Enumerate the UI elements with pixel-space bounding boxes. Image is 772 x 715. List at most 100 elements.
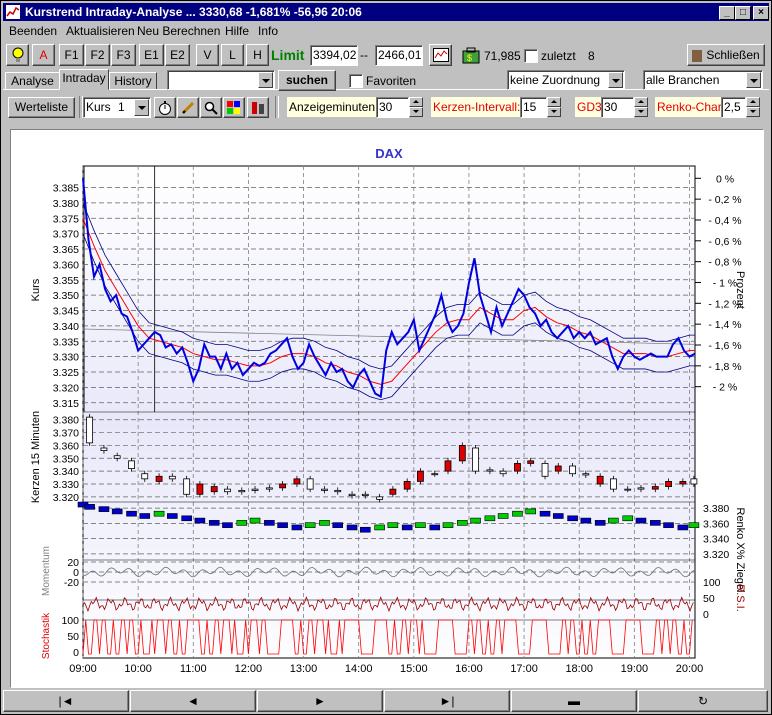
- renko-brick: [222, 522, 233, 528]
- chart-window-button[interactable]: [429, 44, 452, 66]
- x-tick-label: 09:00: [69, 663, 97, 675]
- spin-down-icon[interactable]: [547, 107, 561, 117]
- menu-aktualisieren[interactable]: Aktualisieren: [66, 24, 135, 38]
- spin-down-icon[interactable]: [409, 107, 423, 117]
- x-tick-label: 17:00: [510, 663, 538, 675]
- limit-high-field[interactable]: 2466,01: [375, 45, 423, 66]
- spin-up-icon[interactable]: [547, 97, 561, 107]
- menu-info[interactable]: Info: [258, 24, 278, 38]
- spin-down-icon[interactable]: [746, 107, 760, 117]
- renko-brick: [332, 522, 344, 528]
- nav-next-button[interactable]: ►: [257, 690, 383, 712]
- menu-neu-berechnen[interactable]: Neu Berechnen: [137, 24, 220, 38]
- candle: [679, 481, 687, 485]
- candle: [128, 460, 135, 469]
- limit-low-field[interactable]: 3394,025: [310, 45, 358, 66]
- spin-down-icon[interactable]: [634, 107, 648, 117]
- kerzen-intervall-field[interactable]: 15: [520, 97, 547, 118]
- candle: [168, 475, 176, 480]
- favoriten-checkbox[interactable]: [349, 74, 363, 88]
- tab-intraday[interactable]: Intraday: [59, 69, 109, 90]
- y-axis-label-right: Prozent: [734, 271, 746, 309]
- candle: [486, 469, 494, 472]
- gd-field[interactable]: 30: [601, 97, 634, 118]
- wert-dropdown[interactable]: [167, 70, 275, 90]
- candle: [251, 488, 259, 491]
- app-window: Kurstrend Intraday-Analyse ... 3330,68 -…: [0, 0, 772, 715]
- candle: [376, 496, 384, 500]
- branchen-dropdown[interactable]: alle Branchen: [643, 70, 763, 90]
- button-e1[interactable]: E1: [139, 44, 164, 66]
- rsi-tick-label: 50: [703, 593, 715, 605]
- candle: [514, 463, 521, 472]
- kerzen-tick-label: 3.370: [53, 428, 79, 440]
- tools-button[interactable]: [247, 97, 269, 118]
- button-h[interactable]: H: [246, 44, 269, 66]
- button-f3[interactable]: F3: [111, 44, 136, 66]
- gd-spinner[interactable]: [634, 97, 648, 117]
- renko-brick: [249, 517, 261, 524]
- maximize-button[interactable]: □: [735, 6, 751, 20]
- button-a[interactable]: A: [32, 44, 55, 66]
- price-value: 71,985: [484, 49, 521, 63]
- chart-area[interactable]: 09:00 10:00 11:00 12:00 13:00 14:00 15:00 16:00…: [10, 129, 764, 688]
- x-tick-label: 10:00: [124, 663, 152, 675]
- renko-brick: [663, 522, 674, 528]
- renko-field[interactable]: 2,5: [721, 97, 746, 118]
- renko-brick: [512, 510, 523, 517]
- tab-history[interactable]: History: [109, 72, 157, 90]
- button-l[interactable]: L: [221, 44, 244, 66]
- portfolio-icon[interactable]: $: [461, 47, 481, 65]
- menu-hilfe[interactable]: Hilfe: [225, 24, 249, 38]
- draw-button[interactable]: [177, 97, 199, 118]
- spin-up-icon[interactable]: [409, 97, 423, 107]
- colors-button[interactable]: [223, 97, 245, 118]
- renko-brick: [126, 510, 137, 517]
- y-tick-label: 3.385: [53, 183, 79, 195]
- renko-brick: [622, 515, 634, 522]
- zoom-button[interactable]: [200, 97, 222, 118]
- nav-prev-button[interactable]: ◄: [130, 690, 256, 712]
- renko-brick: [442, 522, 454, 528]
- renko-brick: [677, 524, 689, 531]
- timer-button[interactable]: [154, 97, 176, 118]
- chart-window-icon: [432, 48, 449, 62]
- anzeige-field[interactable]: 30: [376, 97, 409, 118]
- nav-refresh-button[interactable]: ↻: [638, 690, 768, 712]
- y-axis-label: Kurs: [30, 278, 42, 301]
- button-f2[interactable]: F2: [85, 44, 110, 66]
- menu-beenden[interactable]: Beenden: [9, 24, 57, 38]
- renko-brick: [415, 522, 426, 528]
- lightbulb-button[interactable]: [6, 44, 29, 66]
- nav-last-button[interactable]: ►|: [384, 690, 510, 712]
- kurs-select[interactable]: Kurs 1: [83, 97, 151, 118]
- close-button[interactable]: Schließen: [687, 44, 765, 66]
- minimize-button[interactable]: _: [719, 6, 735, 20]
- renko-brick: [429, 524, 441, 531]
- chart-svg[interactable]: 09:00 10:00 11:00 12:00 13:00 14:00 15:00 16:00…: [11, 130, 763, 687]
- anzeige-spinner[interactable]: [409, 97, 423, 117]
- candle: [293, 478, 301, 485]
- stochastik-tick-label: 100: [61, 615, 79, 627]
- renko-brick: [497, 513, 509, 519]
- button-e2[interactable]: E2: [165, 44, 190, 66]
- renko-brick: [277, 522, 288, 528]
- nav-delete-button[interactable]: ▬: [511, 690, 637, 712]
- spin-up-icon[interactable]: [746, 97, 760, 107]
- button-v[interactable]: V: [196, 44, 219, 66]
- svg-text:$: $: [467, 53, 472, 63]
- close-window-button[interactable]: ×: [753, 6, 769, 20]
- tab-analyse[interactable]: Analyse: [5, 72, 60, 90]
- candle: [265, 487, 273, 490]
- button-f1[interactable]: F1: [59, 44, 84, 66]
- renko-spinner[interactable]: [746, 97, 760, 117]
- spin-up-icon[interactable]: [634, 97, 648, 107]
- werteliste-button[interactable]: Werteliste: [8, 97, 75, 118]
- search-button[interactable]: suchen: [278, 70, 336, 91]
- anzeige-label: Anzeigeminuten:: [287, 97, 381, 117]
- nav-first-button[interactable]: |◄: [3, 690, 129, 712]
- kerzen-spinner[interactable]: [547, 97, 561, 117]
- y-tick-label: 3.350: [53, 290, 79, 302]
- zuordnung-dropdown[interactable]: keine Zuordnung: [507, 70, 625, 90]
- zuletzt-checkbox[interactable]: [524, 49, 538, 63]
